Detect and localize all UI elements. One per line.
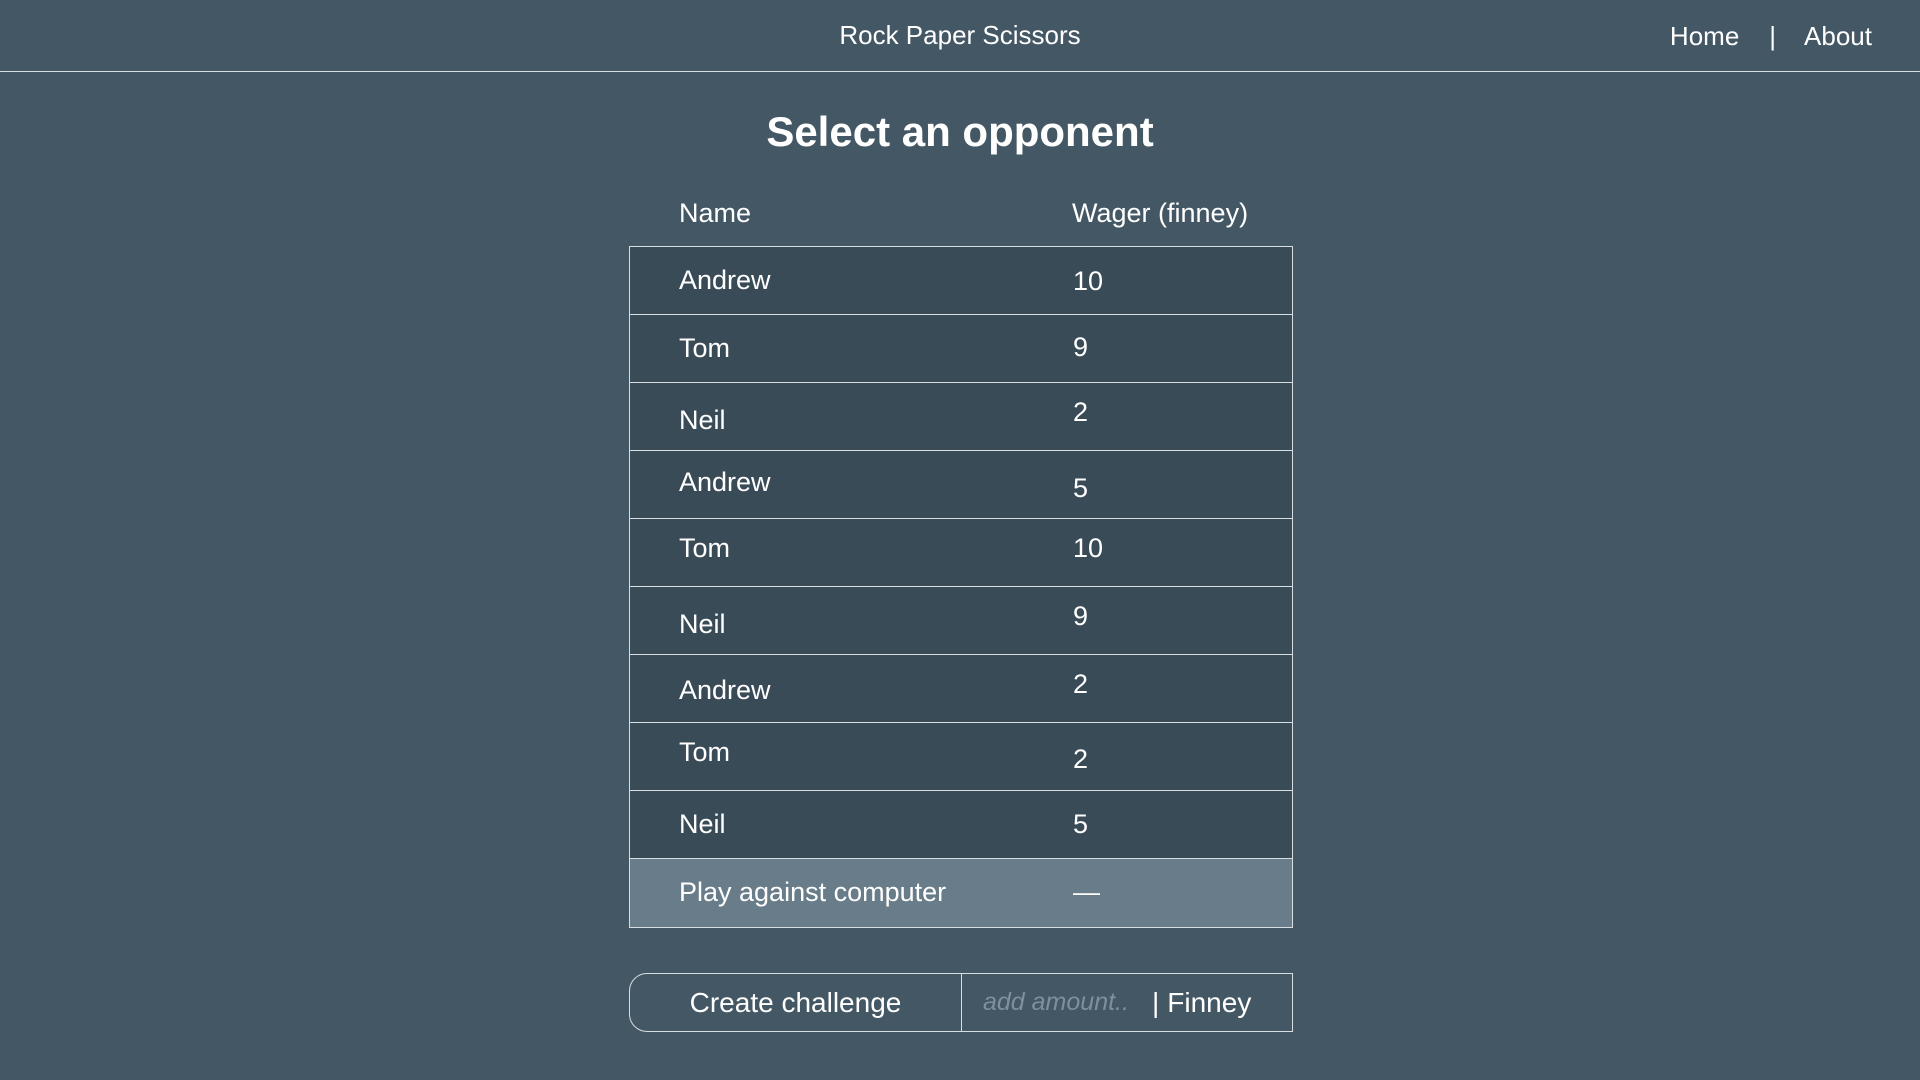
opponent-row[interactable]: Andrew 5 [630,451,1292,519]
opponent-name: Tom [679,533,731,563]
computer-opponent-wager: — [1073,877,1100,907]
play-against-computer-row[interactable]: Play against computer — [630,859,1292,927]
opponent-wager: 2 [1073,397,1089,427]
column-header-wager: Wager (finney) [1072,198,1249,228]
amount-unit: | Finney [1152,974,1292,1031]
opponent-wager: 10 [1073,266,1104,296]
top-nav: Home | About [1670,0,1872,72]
create-challenge-bar: Create challenge | Finney [629,973,1293,1032]
opponent-wager: 9 [1073,332,1089,362]
opponent-row[interactable]: Andrew 10 [630,247,1292,315]
top-bar: Rock Paper Scissors Home | About [0,0,1920,72]
opponent-wager: 9 [1073,601,1089,631]
opponent-wager: 5 [1073,809,1089,839]
column-header-name: Name [679,198,752,228]
opponents-table: Andrew 10 Tom 9 Neil 2 Andrew 5 Tom 10 N… [629,246,1293,928]
unit-separator: | [1152,986,1160,1018]
nav-about-link[interactable]: About [1804,21,1872,52]
nav-home-link[interactable]: Home [1670,21,1739,52]
opponent-wager: 5 [1073,473,1089,503]
opponent-row[interactable]: Neil 2 [630,383,1292,451]
opponent-wager: 2 [1073,744,1089,774]
opponent-wager: 2 [1073,669,1089,699]
opponent-name: Andrew [679,675,771,705]
opponents-table-header: Name Wager (finney) [630,198,1292,234]
nav-separator: | [1769,20,1777,51]
opponent-row[interactable]: Tom 2 [630,723,1292,791]
page-title: Select an opponent [766,108,1154,155]
opponent-name: Neil [679,405,726,435]
opponent-name: Tom [679,333,731,363]
opponent-row[interactable]: Neil 9 [630,587,1292,655]
opponent-name: Andrew [679,265,771,295]
opponent-name: Neil [679,609,726,639]
amount-input[interactable] [962,974,1152,1031]
opponent-wager: 10 [1073,533,1104,563]
unit-label: Finney [1167,986,1252,1018]
create-challenge-button[interactable]: Create challenge [630,974,962,1031]
opponent-row[interactable]: Tom 9 [630,315,1292,383]
opponent-row[interactable]: Neil 5 [630,791,1292,859]
opponent-name: Neil [679,809,726,839]
opponent-row[interactable]: Andrew 2 [630,655,1292,723]
opponent-row[interactable]: Tom 10 [630,519,1292,587]
app-title: Rock Paper Scissors [839,20,1081,50]
opponent-name: Andrew [679,467,771,497]
opponent-name: Tom [679,737,731,767]
computer-opponent-name: Play against computer [679,877,947,907]
